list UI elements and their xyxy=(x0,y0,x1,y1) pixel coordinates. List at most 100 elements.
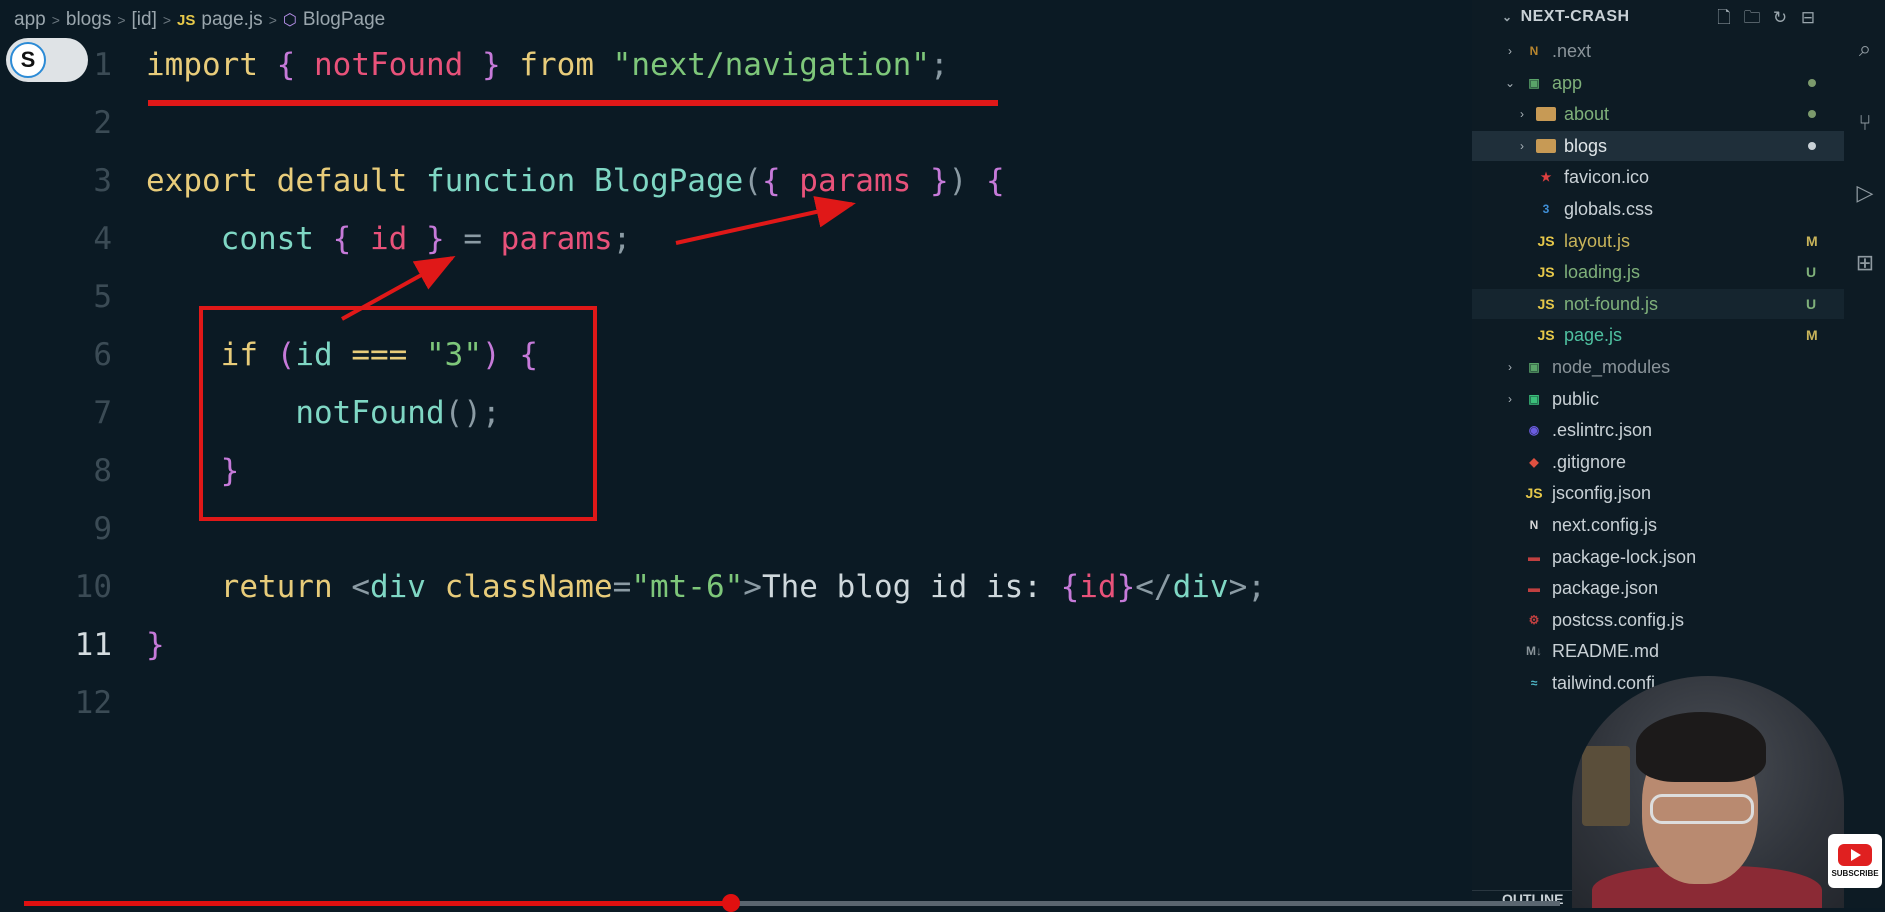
file-type-icon: ▣ xyxy=(1528,360,1540,374)
chevron-down-icon[interactable]: ⌄ xyxy=(1502,68,1518,98)
chevron-right-icon[interactable]: › xyxy=(1514,131,1530,161)
folder-icon xyxy=(1536,139,1556,153)
file-type-icon: JS xyxy=(1537,327,1555,343)
tree-item-label: .gitignore xyxy=(1552,452,1627,472)
tree-item-label: next.config.js xyxy=(1552,515,1658,535)
collapse-all-icon[interactable]: ⊟ xyxy=(1798,8,1818,28)
file-type-icon: ★ xyxy=(1540,170,1552,184)
tree-item-label: loading.js xyxy=(1564,262,1641,282)
tree-item[interactable]: M↓ README.md xyxy=(1472,636,1844,666)
highlight-box-annotation xyxy=(199,306,597,521)
tree-item[interactable]: › ▣ node_modules xyxy=(1472,352,1844,382)
progress-played xyxy=(24,901,731,906)
modified-dot-icon xyxy=(1808,110,1816,118)
chevron-right-icon[interactable]: › xyxy=(1514,99,1530,129)
file-type-icon: JS xyxy=(1525,485,1543,501)
file-type-icon: N xyxy=(1529,44,1539,58)
tree-item[interactable]: JS not-found.js U xyxy=(1472,289,1844,319)
workspace-name: NEXT-CRASH xyxy=(1520,8,1630,25)
tree-item-label: layout.js xyxy=(1564,231,1631,251)
tree-item-label: .eslintrc.json xyxy=(1552,420,1653,440)
file-type-icon: JS xyxy=(1537,296,1555,312)
extensions-icon[interactable]: ⊞ xyxy=(1852,250,1878,276)
annotation-overlay xyxy=(148,100,998,521)
tree-item[interactable]: JS page.js M xyxy=(1472,320,1844,350)
tree-item-label: README.md xyxy=(1552,641,1660,661)
tree-item[interactable]: › N .next xyxy=(1472,36,1844,66)
file-type-icon: ◆ xyxy=(1529,455,1539,469)
file-type-icon: ▬ xyxy=(1528,550,1540,564)
file-type-icon: N xyxy=(1529,518,1539,532)
tree-item[interactable]: ⌄ ▣ app xyxy=(1472,68,1844,98)
tree-item[interactable]: 3 globals.css xyxy=(1472,194,1844,224)
tree-item-label: globals.css xyxy=(1564,199,1654,219)
modified-dot-icon xyxy=(1808,142,1816,150)
tree-item[interactable]: Nnext.config.js xyxy=(1472,510,1844,540)
tree-item-label: not-found.js xyxy=(1564,294,1659,314)
tree-item[interactable]: JS layout.js M xyxy=(1472,226,1844,256)
file-type-icon: ▬ xyxy=(1528,581,1540,595)
chevron-down-icon: ⌄ xyxy=(1502,10,1513,24)
folder-icon xyxy=(1536,107,1556,121)
progress-buffered xyxy=(731,901,1560,906)
git-status-badge: M xyxy=(1806,233,1818,249)
git-status-badge: M xyxy=(1806,327,1818,343)
tree-item-label: blogs xyxy=(1564,136,1608,156)
run-debug-icon[interactable]: ▷ xyxy=(1852,180,1878,206)
subscribe-button[interactable]: SUBSCRIBE xyxy=(1828,834,1882,888)
file-type-icon: JS xyxy=(1537,233,1555,249)
tree-item-label: .next xyxy=(1552,41,1592,61)
tree-item[interactable]: ◉ .eslintrc.json xyxy=(1472,415,1844,445)
file-type-icon: M↓ xyxy=(1526,644,1542,658)
activity-bar[interactable]: ⌕ ⑂ ▷ ⊞ xyxy=(1844,0,1885,908)
tree-item-label: app xyxy=(1552,73,1583,93)
tree-item[interactable]: ▬ package-lock.json xyxy=(1472,542,1844,572)
tree-item[interactable]: ⚙ postcss.config.js xyxy=(1472,605,1844,635)
new-file-icon[interactable]: 🗋 xyxy=(1714,8,1734,28)
video-progress-bar[interactable] xyxy=(0,894,1560,912)
new-folder-icon[interactable]: 🗀 xyxy=(1742,8,1762,28)
presenter-hair xyxy=(1636,712,1766,782)
explorer-title[interactable]: ⌄ NEXT-CRASH xyxy=(1502,8,1630,26)
tree-item[interactable]: › ▣ public xyxy=(1472,384,1844,414)
search-icon[interactable]: ⌕ xyxy=(1852,36,1878,62)
tree-item-label: jsconfig.json xyxy=(1552,483,1652,503)
file-type-icon: 3 xyxy=(1542,202,1550,216)
tree-item-label: package-lock.json xyxy=(1552,547,1697,567)
tree-item[interactable]: › about xyxy=(1472,99,1844,129)
file-type-icon: ◉ xyxy=(1528,423,1540,437)
refresh-icon[interactable]: ↻ xyxy=(1770,8,1790,28)
source-control-icon[interactable]: ⑂ xyxy=(1852,110,1878,136)
background-frame xyxy=(1582,746,1630,826)
file-type-icon: ▣ xyxy=(1528,392,1540,406)
code-editor[interactable]: app > blogs > [id] > JS page.js > ⬡ Blog… xyxy=(0,0,1472,908)
tree-item-label: postcss.config.js xyxy=(1552,610,1685,630)
chevron-right-icon[interactable]: › xyxy=(1502,352,1518,382)
tree-item-label: node_modules xyxy=(1552,357,1671,377)
arrow-annotation xyxy=(675,196,856,245)
tree-item-label: public xyxy=(1552,389,1600,409)
modified-dot-icon xyxy=(1808,79,1816,87)
progress-scrubber[interactable] xyxy=(722,894,740,912)
tree-item[interactable]: JS loading.js U xyxy=(1472,257,1844,287)
tree-item[interactable]: › blogs xyxy=(1472,131,1844,161)
tree-item[interactable]: ◆ .gitignore xyxy=(1472,447,1844,477)
git-status-badge: U xyxy=(1806,296,1817,312)
file-type-icon: ▣ xyxy=(1528,76,1540,90)
tree-item[interactable]: ★ favicon.ico xyxy=(1472,162,1844,192)
chevron-right-icon[interactable]: › xyxy=(1502,384,1518,414)
tree-item[interactable]: JS jsconfig.json xyxy=(1472,478,1844,508)
tree-item-label: favicon.ico xyxy=(1564,167,1650,187)
presenter-glasses xyxy=(1650,794,1754,824)
tree-item-label: about xyxy=(1564,104,1610,124)
git-status-badge: U xyxy=(1806,264,1817,280)
file-type-icon: ⚙ xyxy=(1528,613,1540,627)
chevron-right-icon[interactable]: › xyxy=(1502,36,1518,66)
file-type-icon: ≈ xyxy=(1530,676,1538,690)
subscribe-label: SUBSCRIBE xyxy=(1831,869,1879,878)
tree-item-label: page.js xyxy=(1564,325,1623,345)
tree-item-label: package.json xyxy=(1552,578,1659,598)
file-type-icon: JS xyxy=(1537,264,1555,280)
tree-item[interactable]: ▬ package.json xyxy=(1472,573,1844,603)
youtube-icon xyxy=(1838,844,1872,866)
